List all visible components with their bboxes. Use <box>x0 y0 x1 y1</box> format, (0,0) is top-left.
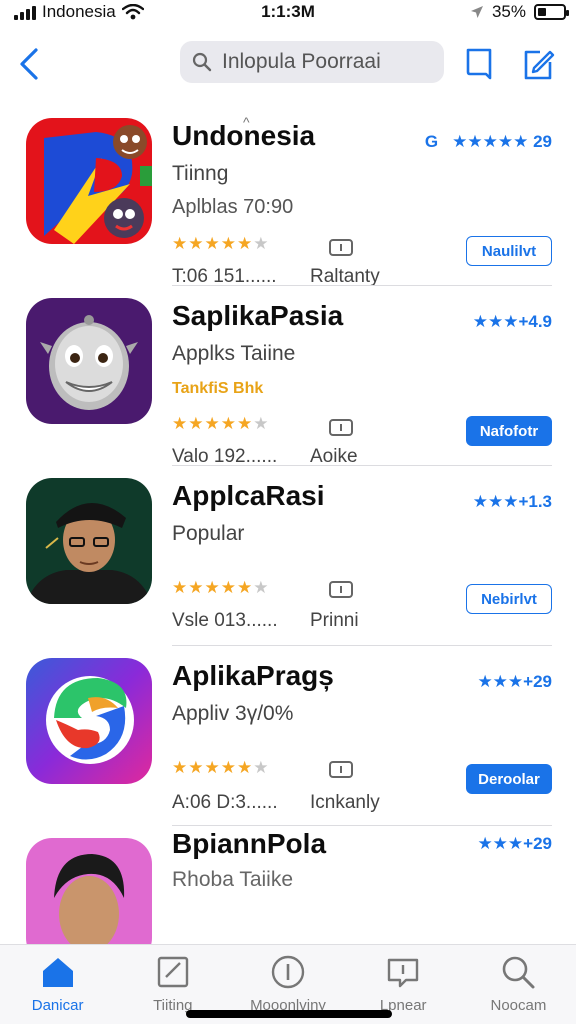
list-item[interactable]: BpiannPola Rhoba Taiike ★★★+29 <box>0 826 576 964</box>
app-subtitle-2: Aplblas 70:90 <box>172 196 294 218</box>
robot-face-icon <box>26 298 152 424</box>
status-right: 35% <box>470 2 569 22</box>
home-indicator[interactable] <box>186 1010 392 1018</box>
chat-icon <box>329 761 353 778</box>
top-rating: ★★★+1.3 <box>472 492 552 511</box>
battery-fill <box>538 8 547 16</box>
rating-prefix-icon: G <box>424 132 439 151</box>
get-button[interactable]: Nebirlvt <box>466 584 552 614</box>
app-subtitle: Applks Taiine <box>172 342 296 365</box>
list-item[interactable]: SaplikaPasia Applks Taiine TankfiS Bhk ★… <box>0 286 576 467</box>
app-list: Undonesia Tiinng Aplblas 70:90 ★★★★★★ T:… <box>0 106 576 964</box>
info-icon <box>271 955 305 989</box>
app-subtitle: Rhoba Taiike <box>172 868 294 891</box>
top-rating: G ★★★★★ 29 <box>425 132 552 152</box>
man-portrait-icon <box>26 478 152 604</box>
app-subtitle: Appliv 3γ/0% <box>172 702 294 725</box>
app-name: SaplikaPasia <box>172 300 344 331</box>
status-bar: Indonesia 1:1:3M 35% <box>0 0 576 26</box>
top-rating: ★★★+29 <box>477 834 552 853</box>
search-icon <box>503 956 535 989</box>
app-subtitle: Popular <box>172 522 245 545</box>
back-button[interactable] <box>14 46 44 82</box>
list-item[interactable]: ApplcaRasi Popular ★★★★★★ Vsle 013......… <box>0 466 576 646</box>
search-input[interactable] <box>222 50 432 74</box>
app-subtitle-2: TankfiS Bhk <box>172 380 264 397</box>
star-rating: ★★★★★★ <box>172 758 270 777</box>
app-name: Undonesia <box>172 120 316 151</box>
swirl-s-icon <box>26 658 152 784</box>
note-icon <box>157 956 188 988</box>
nav-bar: ^ <box>0 34 576 130</box>
chat-icon <box>388 958 419 988</box>
top-rating: ★★★+29 <box>477 672 552 691</box>
battery-icon <box>534 4 569 20</box>
star-rating: ★★★★★★ <box>172 414 270 433</box>
list-item[interactable]: Undonesia Tiinng Aplblas 70:90 ★★★★★★ T:… <box>0 106 576 287</box>
tab-search[interactable]: Noocam <box>461 945 576 1024</box>
app-name: BpiannPola <box>172 828 327 859</box>
tab-label: Noocam <box>490 997 547 1014</box>
bookmark-icon[interactable] <box>462 46 498 82</box>
battery-percent: 35% <box>491 2 526 21</box>
compose-icon[interactable] <box>520 46 556 82</box>
meta-label: Icnkanly <box>310 792 380 813</box>
app-subtitle: Tiinng <box>172 162 229 185</box>
search-icon <box>192 52 212 72</box>
chat-icon <box>329 419 353 436</box>
home-icon <box>42 958 73 987</box>
app-name: AplikaPragș <box>172 660 334 691</box>
chat-icon <box>329 239 353 256</box>
app-meta: Vsle 013...... <box>172 610 278 631</box>
top-rating: ★★★+4.9 <box>472 312 552 331</box>
star-rating: ★★★★★★ <box>172 234 270 253</box>
rating-value: ★★★★★ 29 <box>452 132 552 151</box>
tab-label: Danicar <box>31 997 84 1014</box>
meta-label: Prinni <box>310 610 359 631</box>
search-bar[interactable] <box>180 41 444 83</box>
app-name: ApplcaRasi <box>172 480 325 511</box>
tab-home[interactable]: Danicar <box>0 945 115 1024</box>
chat-icon <box>329 581 353 598</box>
location-icon <box>470 6 483 18</box>
app-meta: A:06 D:3...... <box>172 792 278 813</box>
star-rating: ★★★★★★ <box>172 578 270 597</box>
get-button[interactable]: Naulilvt <box>466 236 552 266</box>
colorful-p-icon <box>26 118 152 244</box>
list-item[interactable]: AplikaPragș Appliv 3γ/0% ★★★★★★ A:06 D:3… <box>0 646 576 826</box>
get-button[interactable]: Deroolar <box>466 764 552 794</box>
get-button[interactable]: Nafofotr <box>466 416 552 446</box>
